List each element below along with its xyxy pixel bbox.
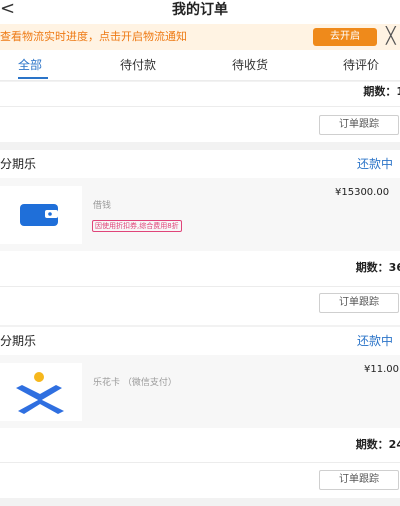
merchant-label: 分期乐 [0,157,37,171]
item-thumbnail [0,186,82,244]
order-tracking-button[interactable]: 订单跟踪 [319,470,399,490]
tab-pending-receipt[interactable]: 待收货 [232,57,268,73]
tab-pending-payment[interactable]: 待付款 [120,57,156,73]
logistics-notice-bar: 查看物流实时进度，点击开启物流通知 去开启 ╳ [0,24,400,50]
item-name: 借钱 [93,201,112,211]
page-title: 我的订单 [172,2,228,18]
header-bar: < 我的订单 [0,0,400,24]
item-thumbnail [0,363,82,421]
enable-notification-button[interactable]: 去开启 [313,28,377,46]
lehua-card-icon [16,372,64,414]
wallet-icon [20,204,58,226]
discount-badge: 因使用折扣券,综合费用8折 [92,220,182,232]
tab-pending-review[interactable]: 待评价 [343,57,379,73]
order-status: 还款中 [357,157,394,171]
order-card: 期数：1 订单跟踪 [0,82,400,142]
active-tab-indicator [18,77,48,79]
item-price: ¥11.00 [364,364,399,375]
order-tracking-button[interactable]: 订单跟踪 [319,115,399,135]
merchant-label: 分期乐 [0,334,37,348]
divider [0,286,400,287]
order-item[interactable]: 乐花卡 （微信支付） ¥11.00 [0,355,400,428]
order-card-header: 分期乐 还款中 [0,150,400,178]
divider [0,106,400,107]
divider [0,462,400,463]
periods-label: 期数：1 [363,85,400,98]
notice-text: 查看物流实时进度，点击开启物流通知 [0,30,187,43]
close-icon[interactable]: ╳ [386,27,396,45]
order-card-footer: 期数：36 订单跟踪 [0,251,400,325]
item-price: ¥15300.00 [335,187,390,198]
order-tabs: 全部 待付款 待收货 待评价 [0,50,400,81]
order-tracking-button[interactable]: 订单跟踪 [319,293,399,313]
order-list-page: < 我的订单 查看物流实时进度，点击开启物流通知 去开启 ╳ 全部 待付款 待收… [0,0,400,506]
order-card-header: 分期乐 还款中 [0,327,400,355]
order-item[interactable]: 借钱 因使用折扣券,综合费用8折 ¥15300.00 [0,178,400,251]
order-card-footer: 期数：24 订单跟踪 [0,428,400,498]
order-status: 还款中 [357,334,394,348]
periods-label: 期数：36 [355,261,400,274]
periods-label: 期数：24 [355,438,400,451]
item-name: 乐花卡 （微信支付） [93,378,177,388]
tab-all[interactable]: 全部 [18,57,42,73]
